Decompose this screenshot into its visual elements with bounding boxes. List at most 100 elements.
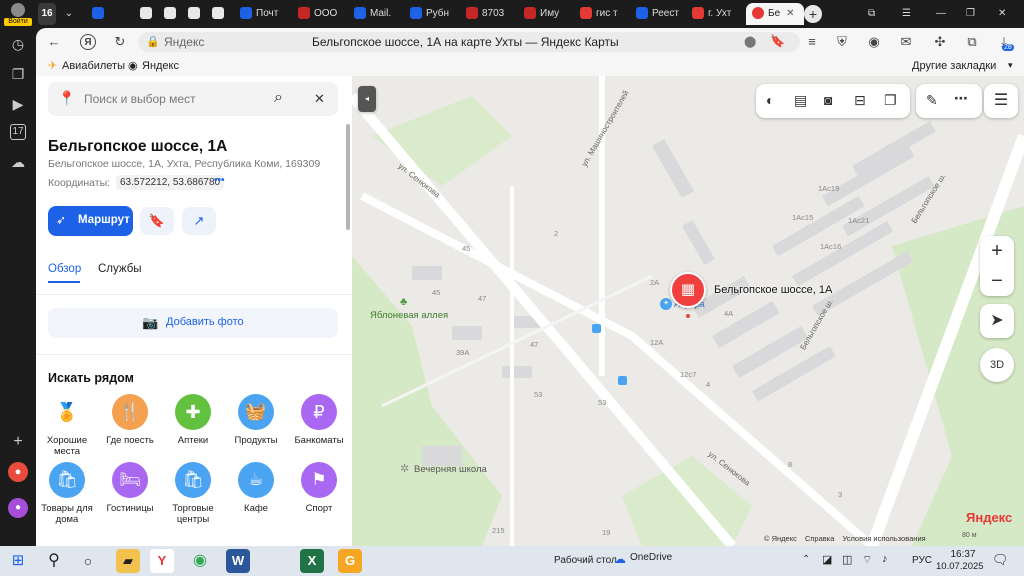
volume-icon[interactable]: ♪ <box>882 553 888 565</box>
messenger-icon[interactable]: ● <box>8 498 28 518</box>
puzzle-icon[interactable]: ✣ <box>932 34 948 50</box>
category-pharmacy-icon[interactable]: ✚ <box>175 394 211 430</box>
tab-favicon-1[interactable] <box>92 3 106 25</box>
restore-icon[interactable]: ❐ <box>966 3 980 25</box>
location-icon[interactable]: ⬤ <box>744 35 756 48</box>
calendar-icon[interactable]: 17 <box>10 124 26 140</box>
tab-menu-chevron-icon[interactable]: ⌄ <box>62 3 76 25</box>
bookmark-aviabilety[interactable]: Авиабилеты <box>62 60 125 72</box>
tab-favicon-3[interactable] <box>164 3 178 25</box>
poi-apple-alley[interactable]: Яблоневая аллея <box>370 310 448 321</box>
tab-6[interactable]: гис т <box>580 3 636 25</box>
add-photo-button[interactable]: 📷 Добавить фото <box>48 308 338 338</box>
notifications-icon[interactable]: 🗨 <box>992 552 1009 568</box>
menu-icon[interactable]: ☰ <box>902 3 916 25</box>
tab-5[interactable]: Иму <box>524 3 580 25</box>
category-malls-icon[interactable]: 🛍 <box>175 462 211 498</box>
tab-2[interactable]: Mail. <box>354 3 410 25</box>
tab-3[interactable]: Рубн <box>410 3 466 25</box>
coords-value[interactable]: 63.572212, 53.686780 <box>116 175 225 190</box>
category-atm-label[interactable]: Банкоматы <box>287 435 351 446</box>
category-food-icon[interactable]: 🍴 <box>112 394 148 430</box>
new-tab-button[interactable]: + <box>804 5 822 23</box>
tab-4[interactable]: 8703 <box>466 3 522 25</box>
map-area[interactable]: ул. Машиностроителей ул. Сенюкова ул. Се… <box>352 76 1024 546</box>
share-button[interactable]: ↗ <box>182 207 216 235</box>
back-icon[interactable]: ← <box>46 34 62 50</box>
tab-0[interactable]: Почт <box>240 3 296 25</box>
windows-start-icon[interactable]: ⊞ <box>6 549 30 573</box>
tray-icon-1[interactable]: ◪ <box>822 553 832 566</box>
layers-icon[interactable]: ◐ <box>766 92 774 108</box>
search-icon[interactable]: ⌕ <box>274 89 283 107</box>
category-malls-label[interactable]: Торговые центры <box>161 503 225 525</box>
more-icon[interactable]: ⋯ <box>954 90 968 107</box>
onedrive-label[interactable]: OneDrive <box>630 552 672 563</box>
tab-overview[interactable]: Обзор <box>48 263 81 275</box>
tab-favicon-2[interactable] <box>140 3 154 25</box>
file-explorer-icon[interactable]: ▰ <box>116 549 140 573</box>
close-icon[interactable]: ✕ <box>314 91 325 107</box>
search-input[interactable]: Поиск и выбор мест <box>84 92 196 106</box>
zoom-in-button[interactable]: + <box>980 238 1014 264</box>
more-icon[interactable]: ≡ <box>804 34 820 50</box>
word-icon[interactable]: W <box>226 549 250 573</box>
search-box[interactable]: 📍 Поиск и выбор мест ⌕ ✕ <box>48 82 338 116</box>
bookmark-icon[interactable]: 🔖 <box>770 34 785 48</box>
geolocation-button[interactable]: ➤ <box>980 304 1014 338</box>
tab-8[interactable]: г. Ухт <box>692 3 744 25</box>
search-icon[interactable]: ⚲ <box>42 549 66 573</box>
excel-icon[interactable]: X <box>300 549 324 573</box>
yandex-browser-icon[interactable]: Y <box>150 549 174 573</box>
category-sport-icon[interactable]: ⚑ <box>301 462 337 498</box>
login-button[interactable]: Войти <box>4 3 32 27</box>
chrome-icon[interactable]: ◉ <box>188 549 212 573</box>
terms-link[interactable]: Условия использования <box>842 534 925 543</box>
mail-icon[interactable]: ✉ <box>898 34 914 50</box>
poi-evening-school[interactable]: Вечерняя школа <box>414 464 487 475</box>
mode-3d-button[interactable]: 3D <box>980 348 1014 382</box>
category-good-places-label[interactable]: Хорошие места <box>36 435 99 457</box>
category-sport-label[interactable]: Спорт <box>287 503 351 514</box>
reload-icon[interactable]: ↻ <box>112 34 128 50</box>
network-icon[interactable]: ◫ <box>842 553 852 566</box>
tab-count-badge[interactable]: 16 <box>38 3 56 25</box>
collections-icon[interactable]: ❐ <box>8 64 28 84</box>
tab-7[interactable]: Реест <box>636 3 692 25</box>
tray-chevron-icon[interactable]: ⌃ <box>802 554 810 565</box>
route-button[interactable]: ➶ Маршрут <box>48 206 133 236</box>
category-food-label[interactable]: Где поесть <box>98 435 162 446</box>
media-icon[interactable]: ▶ <box>8 94 28 114</box>
add-panel-icon[interactable]: + <box>8 432 28 452</box>
yandex-icon[interactable]: Я <box>80 34 96 50</box>
history-icon[interactable]: ◷ <box>8 34 28 54</box>
category-cafe-label[interactable]: Кафе <box>224 503 288 514</box>
category-good-places-icon[interactable]: 🏅 <box>49 394 85 430</box>
bookmark-button[interactable]: 🔖 <box>140 207 174 235</box>
more-dots-icon[interactable]: ••• <box>214 175 225 186</box>
app-icon[interactable]: G <box>338 549 362 573</box>
bookmark-yandex[interactable]: Яндекс <box>142 60 179 72</box>
panorama-icon[interactable]: ▤ <box>794 92 807 109</box>
bus-stop-icon[interactable] <box>618 376 627 385</box>
transport-icon[interactable]: ⊟ <box>854 92 866 109</box>
tab-favicon-4[interactable] <box>188 3 202 25</box>
category-hotels-label[interactable]: Гостиницы <box>98 503 162 514</box>
tab-1[interactable]: ООО <box>298 3 354 25</box>
tab-active[interactable]: Бе ✕ <box>746 3 804 25</box>
extensions-icon[interactable]: ⧉ <box>964 34 980 50</box>
category-pharmacy-label[interactable]: Аптеки <box>161 435 225 446</box>
extension-icon-1[interactable]: ◉ <box>866 34 882 50</box>
category-hotels-icon[interactable]: 🛏 <box>112 462 148 498</box>
help-link[interactable]: Справка <box>805 534 834 543</box>
minimize-icon[interactable]: — <box>936 3 950 25</box>
other-bookmarks[interactable]: Другие закладки <box>912 60 996 72</box>
shield-icon[interactable]: ⛨ <box>834 34 850 50</box>
category-home-goods-icon[interactable]: 🛍 <box>49 462 85 498</box>
wifi-icon[interactable]: ⌔ <box>862 553 872 567</box>
alice-icon[interactable]: ● <box>8 462 28 482</box>
clock-date[interactable]: 10.07.2025 <box>936 561 984 572</box>
tab-favicon-5[interactable] <box>212 3 226 25</box>
task-view-icon[interactable]: ○ <box>76 549 100 573</box>
category-groceries-label[interactable]: Продукты <box>224 435 288 446</box>
